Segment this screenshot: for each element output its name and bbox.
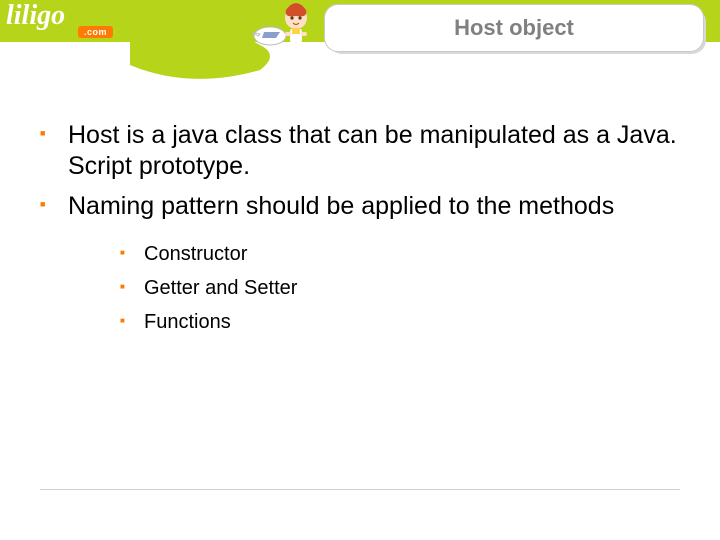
bullet-list-level1: Host is a java class that can be manipul… [40,120,680,336]
list-item: Getter and Setter [120,274,680,302]
list-item: Functions [120,308,680,336]
brand-name: liligo [6,0,65,31]
list-item-text: Getter and Setter [144,277,297,299]
brand-tag: .com [78,26,113,38]
list-item-text: Host is a java class that can be manipul… [68,121,677,180]
list-item: Constructor [120,240,680,268]
list-item-text: Constructor [144,243,247,265]
list-item-text: Functions [144,311,231,333]
list-item: Naming pattern should be applied to the … [40,191,680,336]
brand-logo: liligo .com [6,4,126,38]
slide: liligo .com Host object Host is a java c… [0,0,720,540]
slide-title: Host object [454,15,574,41]
list-item: Host is a java class that can be manipul… [40,120,680,183]
bullet-list-level2: Constructor Getter and Setter Functions [68,240,680,336]
title-pill: Host object [324,4,704,52]
slide-content: Host is a java class that can be manipul… [40,120,680,344]
list-item-text: Naming pattern should be applied to the … [68,192,614,220]
footer-divider [40,489,680,490]
